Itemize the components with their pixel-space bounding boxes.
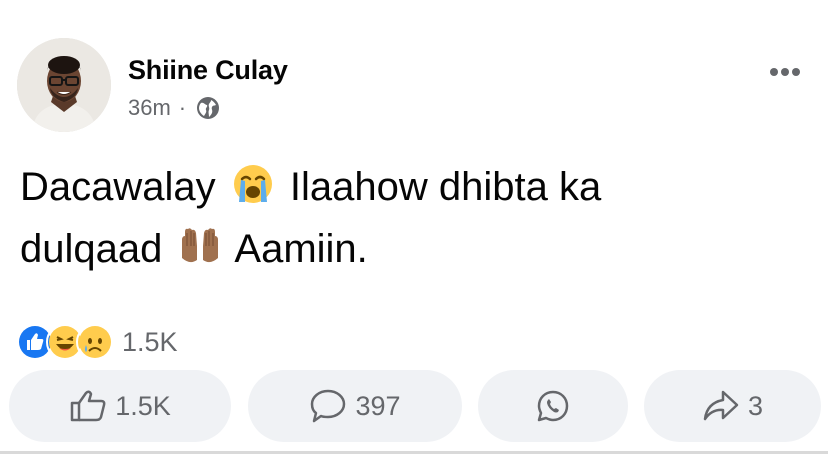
like-count: 1.5K: [115, 390, 171, 421]
globe-icon[interactable]: [196, 96, 220, 120]
share-button[interactable]: 3: [644, 370, 821, 442]
post-text: Dacawalay Ilaahow dhibta ka dulqaad Aami…: [20, 156, 800, 280]
post-text-line-1: Dacawalay Ilaahow dhibta ka: [20, 156, 800, 218]
thumbs-up-icon: [70, 390, 106, 422]
whatsapp-share-button[interactable]: [478, 370, 628, 442]
post-text-segment: Aamiin.: [234, 227, 368, 271]
post-text-line-2: dulqaad Aamiin.: [20, 218, 800, 280]
divider: [0, 451, 828, 454]
action-bar: 1.5K 397 3: [9, 370, 821, 442]
comment-icon: [311, 389, 346, 423]
post-text-segment: dulqaad: [20, 227, 163, 271]
post-text-segment: Dacawalay: [20, 165, 216, 209]
raised-hands-emoji: [178, 224, 222, 268]
like-button[interactable]: 1.5K: [9, 370, 231, 442]
comment-count: 397: [355, 390, 401, 421]
post-text-segment: Ilaahow dhibta ka: [289, 165, 602, 209]
share-arrow-icon: [703, 390, 739, 421]
meta-separator: ·: [178, 95, 187, 120]
reaction-summary[interactable]: 1.5K: [16, 323, 178, 361]
more-horizontal-icon[interactable]: [770, 63, 806, 76]
author-name[interactable]: Shiine Culay: [128, 55, 288, 86]
reaction-count: 1.5K: [122, 326, 178, 357]
comment-button[interactable]: 397: [248, 370, 462, 442]
share-count: 3: [747, 390, 764, 421]
loudly-crying-face-emoji: [231, 162, 275, 206]
post-time[interactable]: 36m: [128, 95, 171, 121]
post-header: Shiine Culay 36m ·: [17, 38, 817, 134]
avatar[interactable]: [17, 38, 111, 132]
post-meta: 36m ·: [128, 95, 220, 121]
whatsapp-icon: [537, 390, 569, 422]
sad-reaction-icon: [76, 323, 114, 361]
